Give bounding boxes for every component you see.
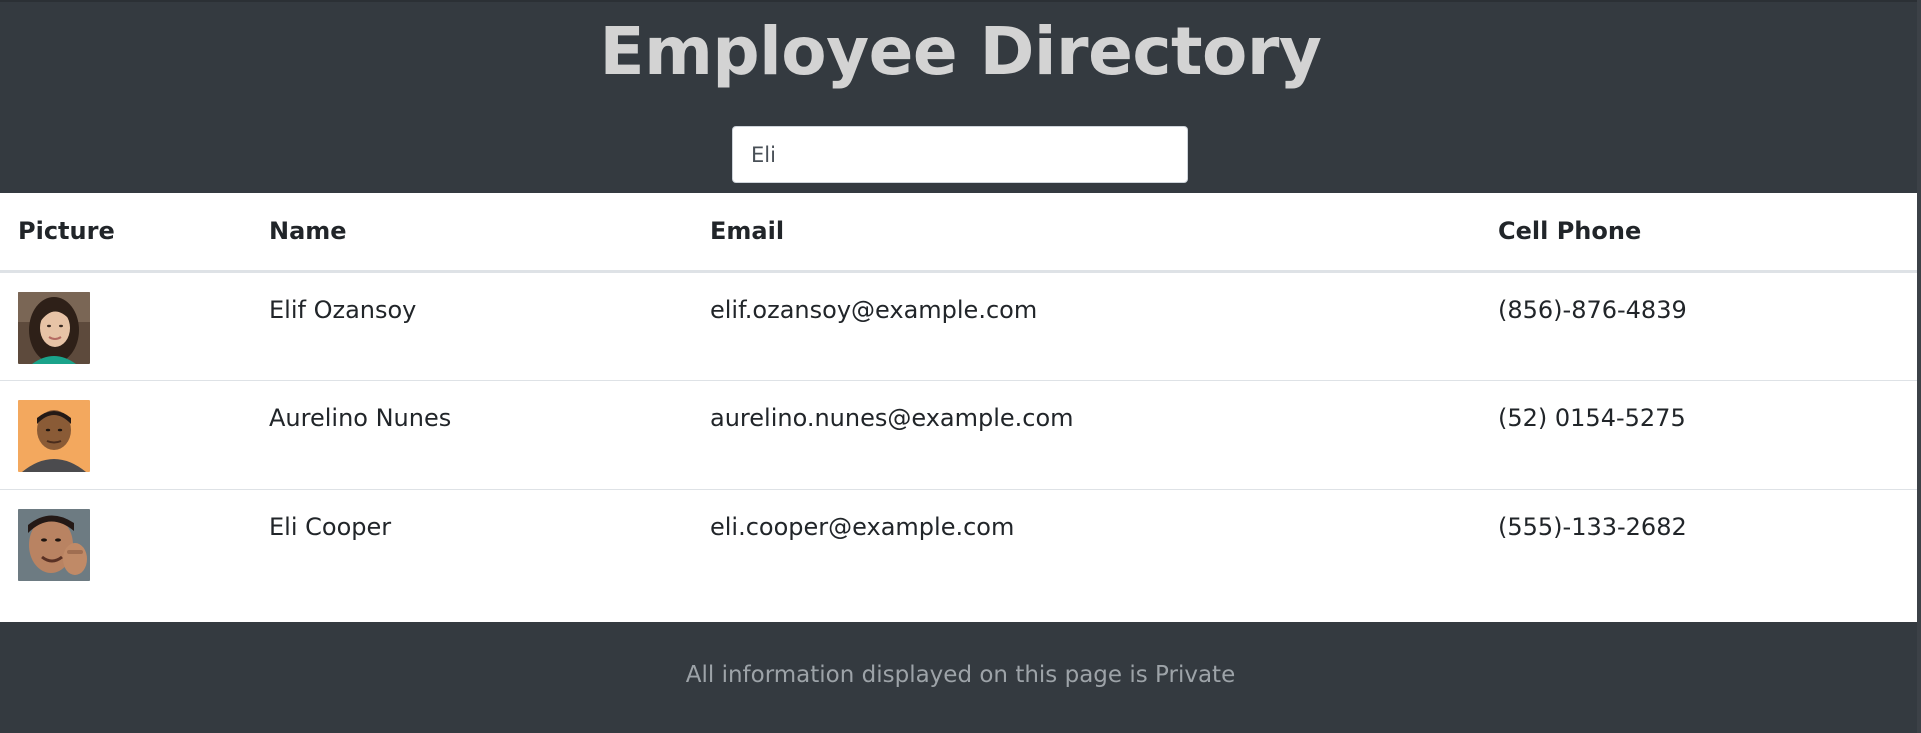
app-viewport: Employee Directory Picture Name Email Ce…: [0, 0, 1921, 733]
window-edge: [1917, 0, 1921, 733]
column-header-name[interactable]: Name: [251, 193, 692, 273]
table-header: Picture Name Email Cell Phone: [0, 193, 1921, 273]
table-body: Elif Ozansoy elif.ozansoy@example.com (8…: [0, 271, 1921, 598]
email-cell: eli.cooper@example.com: [692, 488, 1480, 598]
picture-cell: [0, 488, 251, 598]
column-header-picture[interactable]: Picture: [0, 193, 251, 273]
page-footer: All information displayed on this page i…: [0, 622, 1921, 733]
picture-cell: [0, 379, 251, 489]
avatar: [18, 399, 90, 472]
avatar: [18, 508, 90, 581]
table-row: Elif Ozansoy elif.ozansoy@example.com (8…: [0, 271, 1921, 380]
phone-cell: (555)-133-2682: [1480, 488, 1921, 598]
email-cell: aurelino.nunes@example.com: [692, 379, 1480, 489]
name-cell: Eli Cooper: [251, 488, 692, 598]
footer-privacy-text: All information displayed on this page i…: [685, 662, 1236, 688]
column-header-email[interactable]: Email: [692, 193, 1480, 273]
name-cell: Elif Ozansoy: [269, 295, 417, 324]
table-row: Eli Cooper eli.cooper@example.com (555)-…: [0, 488, 1921, 598]
search-input[interactable]: [732, 126, 1188, 183]
avatar-image: [18, 399, 90, 472]
table-header-row: Picture Name Email Cell Phone: [0, 193, 1921, 273]
page-title: Employee Directory: [599, 13, 1322, 90]
email-cell: elif.ozansoy@example.com: [710, 295, 1038, 324]
employee-table-area: Picture Name Email Cell Phone Elif Ozans…: [0, 193, 1921, 622]
avatar-image: [18, 508, 90, 581]
avatar: [18, 291, 90, 364]
avatar-image: [18, 291, 90, 364]
employee-table: Picture Name Email Cell Phone Elif Ozans…: [0, 193, 1921, 598]
phone-cell: (52) 0154-5275: [1480, 379, 1921, 489]
phone-cell: (856)-876-4839: [1498, 295, 1687, 324]
table-row: Aurelino Nunes aurelino.nunes@example.co…: [0, 379, 1921, 489]
page-header: Employee Directory: [0, 0, 1921, 193]
picture-cell: [0, 271, 251, 380]
name-cell: Aurelino Nunes: [251, 379, 692, 489]
column-header-cell-phone[interactable]: Cell Phone: [1480, 193, 1921, 273]
